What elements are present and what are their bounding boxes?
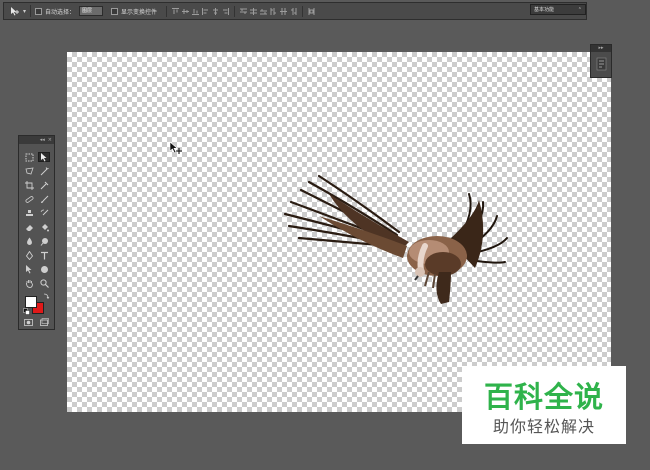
align-bottom-icon[interactable] xyxy=(192,8,200,15)
align-horizontal-center-icon[interactable] xyxy=(212,7,219,15)
close-icon[interactable]: × xyxy=(48,136,52,144)
brush-icon xyxy=(40,195,48,203)
workspace-label: 基本功能 xyxy=(534,7,555,13)
align-buttons xyxy=(172,7,230,15)
screen-mode-button[interactable] xyxy=(38,317,50,327)
auto-align-layers-icon[interactable] xyxy=(308,7,315,15)
document-canvas[interactable] xyxy=(67,52,611,412)
default-colors-icon[interactable] xyxy=(23,308,30,315)
history-brush-icon xyxy=(40,209,48,215)
screen-mode-icon xyxy=(39,317,49,326)
magic-wand-icon xyxy=(40,166,49,175)
show-transform-checkbox[interactable] xyxy=(111,7,119,15)
collapse-icon[interactable]: ◂◂ xyxy=(40,136,45,144)
chevron-down-icon: ▾ xyxy=(23,7,27,15)
paint-bucket-icon xyxy=(41,223,49,231)
tools-panel: ◂◂ × xyxy=(18,135,55,330)
drop-icon xyxy=(26,237,32,245)
crop-tool[interactable] xyxy=(23,180,35,190)
distribute-horizontal-center-icon[interactable] xyxy=(280,7,288,15)
pen-tool[interactable] xyxy=(23,250,35,260)
divider xyxy=(166,5,168,17)
align-right-icon[interactable] xyxy=(222,7,230,15)
brush-tool[interactable] xyxy=(38,194,50,204)
move-tool-icon xyxy=(11,6,19,15)
distribute-bottom-icon[interactable] xyxy=(260,8,268,15)
type-tool[interactable] xyxy=(38,250,50,260)
shape-tool[interactable] xyxy=(38,264,50,274)
move-icon xyxy=(40,152,46,161)
bandage-icon xyxy=(25,195,33,203)
expand-panels-icon[interactable]: ▸▸ xyxy=(591,45,611,52)
divider xyxy=(234,5,236,17)
quick-mask-button[interactable] xyxy=(22,317,34,327)
watermark-title: 百科全说 xyxy=(483,380,604,414)
align-vertical-center-icon[interactable] xyxy=(182,8,190,15)
watermark-subtitle: 助你轻松解决 xyxy=(492,417,595,436)
zoom-tool[interactable] xyxy=(38,278,50,288)
watermark: 百科全说 助你轻松解决 xyxy=(462,366,626,444)
history-panel-icon[interactable] xyxy=(596,57,607,71)
show-transform-label: 显示变换控件 xyxy=(121,8,158,16)
distribute-left-icon[interactable] xyxy=(270,7,277,15)
eyedropper-icon xyxy=(40,181,48,189)
clone-stamp-tool[interactable] xyxy=(23,208,35,218)
pen-icon xyxy=(25,250,33,260)
healing-brush-tool[interactable] xyxy=(23,194,35,204)
swap-colors-icon[interactable] xyxy=(43,292,50,299)
path-selection-icon xyxy=(25,264,31,273)
crop-icon xyxy=(24,180,34,190)
lasso-tool[interactable] xyxy=(23,166,35,176)
eraser-tool[interactable] xyxy=(23,222,35,232)
marquee-icon xyxy=(25,153,33,161)
distribute-right-icon[interactable] xyxy=(290,7,297,15)
align-top-icon[interactable] xyxy=(172,7,180,15)
lasso-icon xyxy=(25,167,34,174)
hand-tool[interactable] xyxy=(23,278,35,288)
zoom-icon xyxy=(39,278,49,288)
history-brush-tool[interactable] xyxy=(38,208,50,218)
options-bar: ▾ 自动选择： 图层 显示变换控件 xyxy=(3,2,587,20)
quick-mask-icon xyxy=(23,318,33,326)
tools-panel-header: ◂◂ × xyxy=(19,136,54,144)
quick-selection-tool[interactable] xyxy=(38,166,50,176)
eraser-icon xyxy=(25,224,33,231)
dodge-icon xyxy=(40,237,48,246)
chevron-down-icon: ⌃ xyxy=(577,6,582,13)
collapsed-panel-dock: ▸▸ xyxy=(590,44,612,78)
gradient-tool[interactable] xyxy=(38,222,50,232)
text-icon xyxy=(40,251,48,259)
stamp-icon xyxy=(25,209,33,216)
marquee-tool[interactable] xyxy=(23,152,35,162)
hand-icon xyxy=(25,279,33,288)
ellipse-icon xyxy=(40,265,48,273)
blur-tool[interactable] xyxy=(23,236,35,246)
distribute-vertical-center-icon[interactable] xyxy=(250,7,258,15)
move-tool[interactable] xyxy=(38,152,50,162)
auto-select-label: 自动选择： xyxy=(45,8,76,16)
divider xyxy=(302,5,304,17)
dodge-tool[interactable] xyxy=(38,236,50,246)
align-left-icon[interactable] xyxy=(202,7,209,15)
auto-select-checkbox[interactable] xyxy=(35,7,43,15)
auto-select-dropdown[interactable]: 图层 xyxy=(79,6,104,16)
workspace-switcher[interactable]: 基本功能 ⌃ xyxy=(530,4,586,15)
distribute-top-icon[interactable] xyxy=(240,8,248,15)
vulture-image xyxy=(283,174,508,304)
foreground-color-swatch[interactable] xyxy=(25,296,37,308)
path-selection-tool[interactable] xyxy=(23,264,35,274)
tool-preset-picker[interactable]: ▾ xyxy=(8,5,32,17)
distribute-buttons xyxy=(240,7,297,15)
move-cursor-icon xyxy=(169,141,182,154)
eyedropper-tool[interactable] xyxy=(38,180,50,190)
